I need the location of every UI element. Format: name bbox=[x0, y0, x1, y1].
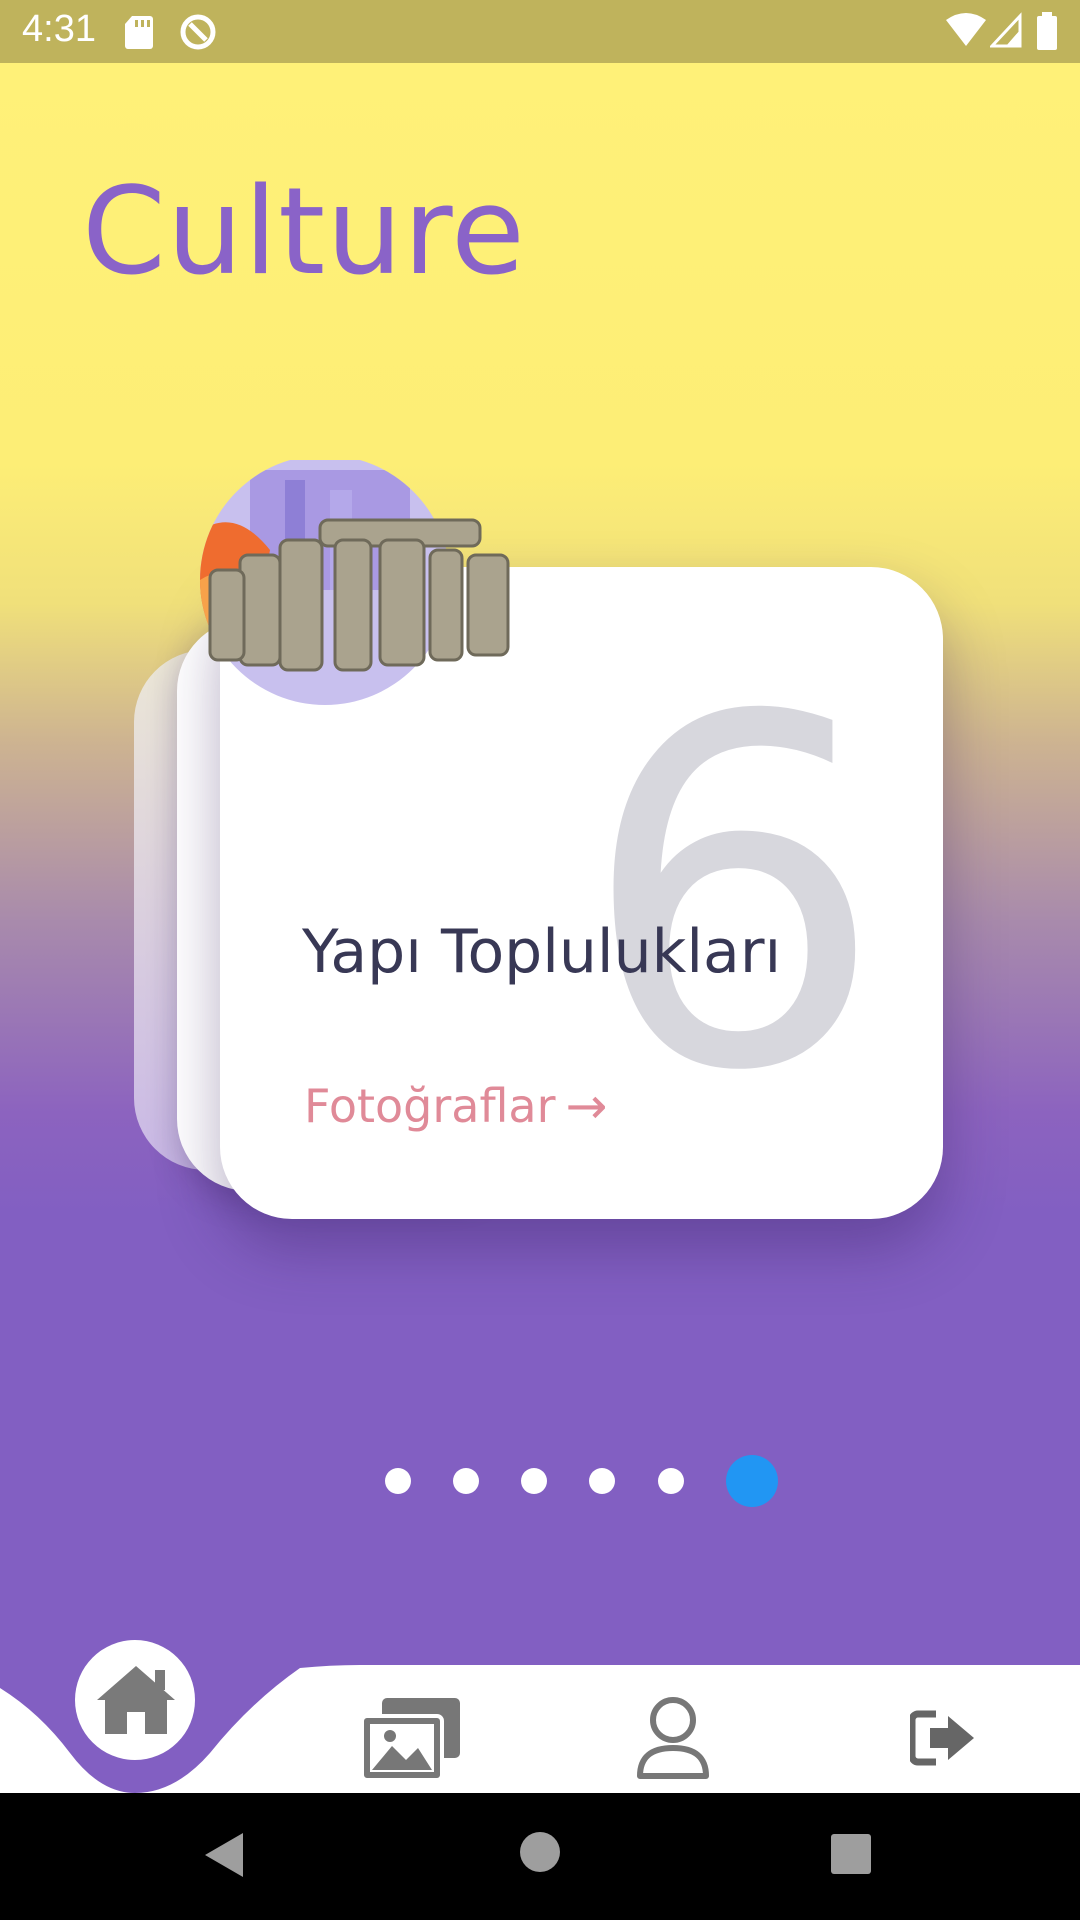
page-dot[interactable] bbox=[521, 1468, 547, 1494]
page-dot[interactable] bbox=[589, 1468, 615, 1494]
page-dot-active[interactable] bbox=[726, 1455, 778, 1507]
main-area: Culture 6 Yapı Toplulukları Fotoğraflar … bbox=[0, 63, 1080, 1793]
card-number: 6 bbox=[580, 617, 886, 1176]
page-dot[interactable] bbox=[658, 1468, 684, 1494]
system-nav-bar bbox=[0, 1793, 1080, 1920]
photos-link[interactable]: Fotoğraflar → bbox=[304, 1077, 607, 1135]
photos-link-label: Fotoğraflar bbox=[304, 1079, 556, 1133]
home-icon bbox=[97, 1666, 175, 1734]
arrow-right-icon: → bbox=[565, 1077, 608, 1135]
status-bar: 4:31 bbox=[0, 0, 1080, 63]
stonehenge-illustration bbox=[200, 460, 510, 705]
wifi-icon bbox=[946, 13, 986, 46]
sync-icon bbox=[180, 14, 216, 50]
nav-gallery-button[interactable] bbox=[360, 1696, 464, 1782]
page-title: Culture bbox=[82, 163, 526, 302]
nav-home-button[interactable] bbox=[75, 1640, 195, 1760]
home-circle-icon[interactable] bbox=[519, 1831, 561, 1873]
battery-icon bbox=[1037, 12, 1057, 50]
sd-card-icon bbox=[125, 16, 153, 49]
page-dot[interactable] bbox=[385, 1468, 411, 1494]
status-time: 4:31 bbox=[22, 8, 96, 50]
nav-profile-button[interactable] bbox=[636, 1696, 710, 1780]
page-dot[interactable] bbox=[453, 1468, 479, 1494]
card-title: Yapı Toplulukları bbox=[302, 917, 782, 987]
signal-icon bbox=[990, 12, 1022, 48]
nav-logout-button[interactable] bbox=[908, 1710, 976, 1770]
back-icon[interactable] bbox=[203, 1831, 245, 1879]
logout-icon bbox=[908, 1710, 974, 1766]
gallery-icon bbox=[360, 1698, 460, 1782]
profile-icon bbox=[637, 1697, 709, 1779]
recents-icon[interactable] bbox=[831, 1834, 871, 1874]
